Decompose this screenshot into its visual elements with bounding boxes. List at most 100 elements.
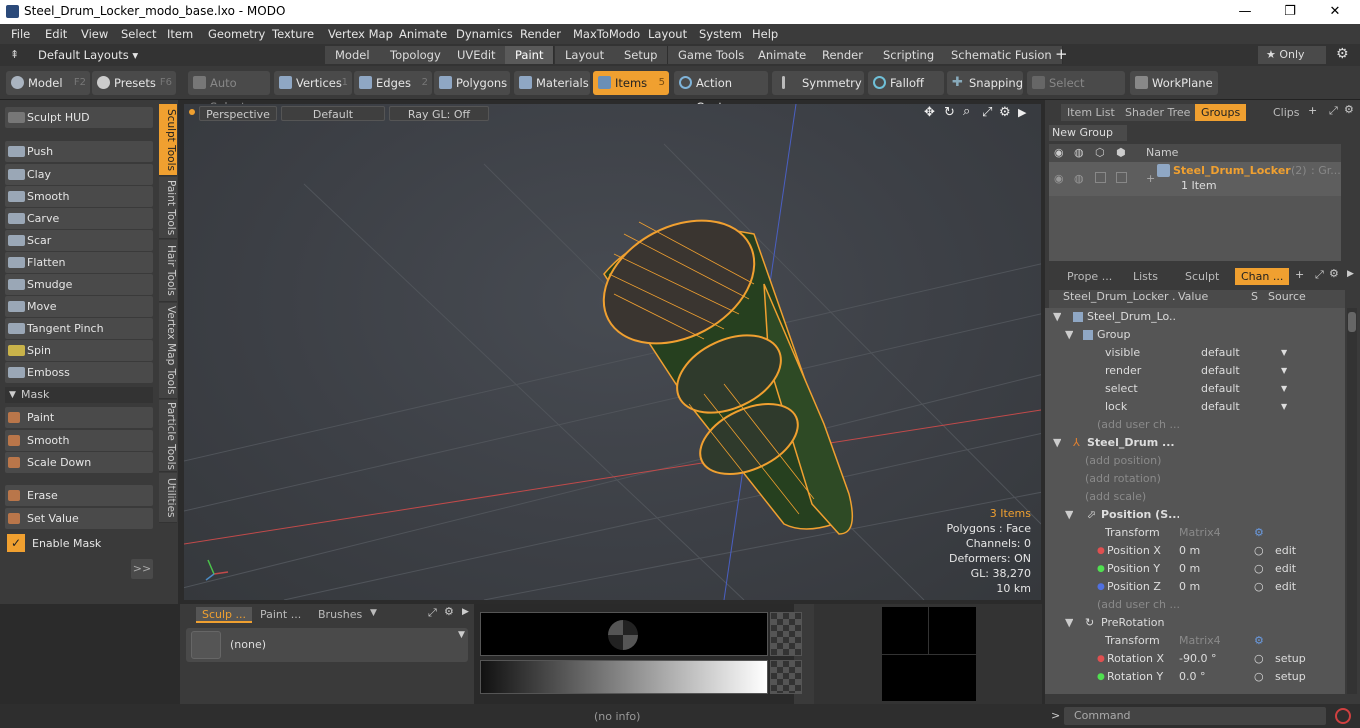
items-button[interactable]: Items 5 — [593, 71, 669, 95]
menu-select[interactable]: Select — [121, 27, 156, 41]
tab-paint[interactable]: Paint — [505, 46, 555, 64]
channel-row-position-x[interactable]: ● Position X0 m ○ edit — [1049, 542, 1345, 560]
minimize-button[interactable]: — — [1230, 2, 1260, 22]
menu-vertex-map[interactable]: Vertex Map — [328, 27, 393, 41]
channels-scrollbar[interactable] — [1347, 308, 1357, 694]
preset-dropdown-icon[interactable]: ▼ — [458, 630, 465, 640]
pan-icon[interactable]: ✥ — [924, 105, 935, 120]
tab-lists[interactable]: Lists — [1127, 268, 1164, 285]
tab-topology[interactable]: Topology — [380, 46, 452, 64]
menu-file[interactable]: File — [11, 27, 30, 41]
tab-sculpt-presets[interactable]: Sculp ... — [196, 607, 253, 623]
vtab-vertex-map-tools[interactable]: Vertex Map Tools — [159, 303, 177, 399]
channel-row-render[interactable]: render default ▼ — [1049, 362, 1345, 380]
3d-viewport[interactable]: Perspective Default Ray GL: Off ✥ ↻ ⌕ ⤢ … — [184, 104, 1041, 600]
channel-state-icon[interactable]: ○ — [1254, 650, 1264, 668]
tab-model[interactable]: Model — [325, 46, 381, 64]
add-panel-tab-icon[interactable]: + — [1308, 104, 1317, 117]
bottom-more-icon[interactable]: ▶ — [462, 607, 469, 617]
menu-system[interactable]: System — [699, 27, 742, 41]
record-icon[interactable] — [1335, 708, 1351, 724]
vtab-sculpt-tools[interactable]: Sculpt Tools — [159, 104, 177, 176]
tool-move[interactable]: Move — [5, 296, 153, 317]
mask-paint[interactable]: Paint — [5, 407, 153, 428]
tool-push[interactable]: Push — [5, 141, 153, 162]
new-group-button[interactable]: New Group — [1049, 125, 1127, 141]
menu-geometry[interactable]: Geometry — [208, 27, 265, 41]
link-gear-icon[interactable]: ⚙ — [1254, 632, 1264, 650]
menu-render[interactable]: Render — [520, 27, 561, 41]
tool-flatten[interactable]: Flatten — [5, 252, 153, 273]
raygl-toggle[interactable]: Ray GL: Off — [389, 106, 489, 121]
menu-texture[interactable]: Texture — [272, 27, 314, 41]
dropdown-arrow-icon[interactable]: ▼ — [1281, 380, 1287, 398]
channel-row-rotation-x[interactable]: ● Rotation X -90.0 ° ○ setup — [1049, 650, 1345, 668]
tab-properties[interactable]: Prope ... — [1061, 268, 1118, 285]
tab-channels[interactable]: Chan ... — [1235, 268, 1290, 285]
channel-row-locator[interactable]: ▼ ⅄ Steel_Drum ... — [1049, 434, 1345, 452]
zoom-icon[interactable]: ⌕ — [963, 104, 970, 119]
dropdown-arrow-icon[interactable]: ▼ — [1281, 362, 1287, 380]
menu-layout[interactable]: Layout — [648, 27, 687, 41]
menu-help[interactable]: Help — [752, 27, 778, 41]
vertices-button[interactable]: Vertices 1 — [274, 71, 352, 95]
tool-smooth[interactable]: Smooth — [5, 186, 153, 207]
group-row[interactable]: ◉ ◍ + Steel_Drum_Locker (2) : Gr... 1 It… — [1049, 162, 1341, 196]
channel-state-icon[interactable]: ○ — [1254, 560, 1264, 578]
menu-item[interactable]: Item — [167, 27, 193, 41]
presets-button[interactable]: Presets F6 — [92, 71, 176, 95]
add-tab-button[interactable]: + — [1055, 45, 1068, 63]
add-channel-tab-icon[interactable]: + — [1295, 268, 1304, 281]
row-render-icon[interactable]: ◍ — [1074, 172, 1084, 185]
tab-dropdown-icon[interactable]: ▼ — [370, 608, 377, 618]
tab-groups[interactable]: Groups — [1195, 104, 1247, 121]
layout-menu-icon[interactable]: ⇞ — [10, 48, 19, 61]
channel-row-add-rotation[interactable]: (add rotation) — [1049, 470, 1345, 488]
expand-icon[interactable]: ▼ — [1053, 434, 1061, 452]
materials-button[interactable]: Materials — [514, 71, 590, 95]
tab-scripting[interactable]: Scripting — [873, 46, 946, 64]
channel-row-position-z[interactable]: ● Position Z0 m ○ edit — [1049, 578, 1345, 596]
alpha-checker[interactable] — [770, 612, 802, 656]
panel-gear-icon[interactable]: ⚙ — [1344, 103, 1354, 116]
workplane-button[interactable]: WorkPlane — [1130, 71, 1218, 95]
enable-mask-checkbox[interactable]: ✓ — [7, 534, 25, 552]
select-through-button[interactable]: Select Through — [1027, 71, 1125, 114]
dropdown-arrow-icon[interactable]: ▼ — [1281, 344, 1287, 362]
expand-channels-icon[interactable]: ⤢ — [1315, 268, 1324, 282]
mask-scale-down[interactable]: Scale Down — [5, 452, 153, 473]
dropdown-arrow-icon[interactable]: ▼ — [1281, 398, 1287, 416]
link-gear-icon[interactable]: ⚙ — [1254, 524, 1264, 542]
expand-button[interactable]: >> — [131, 559, 153, 579]
expand-icon[interactable]: ▼ — [1065, 326, 1073, 344]
rotate-icon[interactable]: ↻ — [944, 105, 955, 120]
edges-button[interactable]: Edges 2 — [354, 71, 432, 95]
polygons-button[interactable]: Polygons — [434, 71, 510, 95]
tab-animate[interactable]: Animate — [748, 46, 818, 64]
tool-emboss[interactable]: Emboss — [5, 362, 153, 383]
mask-header[interactable]: ▼ Mask — [5, 387, 153, 403]
channel-row-transform-2[interactable]: Transform Matrix4 ⚙ — [1049, 632, 1345, 650]
alpha-checker-2[interactable] — [770, 660, 802, 694]
channel-row-position-header[interactable]: ▼ ⬀ Position (S... — [1049, 506, 1345, 524]
tool-clay[interactable]: Clay — [5, 164, 153, 185]
menu-edit[interactable]: Edit — [45, 27, 67, 41]
channel-state-icon[interactable]: ○ — [1254, 542, 1264, 560]
close-button[interactable]: ✕ — [1320, 2, 1350, 22]
channel-row-select[interactable]: select default ▼ — [1049, 380, 1345, 398]
tab-schematic-fusion[interactable]: Schematic Fusion — [941, 46, 1063, 64]
tab-setup[interactable]: Setup — [614, 46, 669, 64]
tab-render[interactable]: Render — [812, 46, 874, 64]
view-perspective-dropdown[interactable]: Perspective — [199, 106, 277, 121]
channel-row-transform[interactable]: Transform Matrix4 ⚙ — [1049, 524, 1345, 542]
channel-row-add-scale[interactable]: (add scale) — [1049, 488, 1345, 506]
tool-tangent-pinch[interactable]: Tangent Pinch — [5, 318, 153, 339]
expand-icon[interactable]: ▼ — [1065, 506, 1073, 524]
tool-smudge[interactable]: Smudge — [5, 274, 153, 295]
tab-brushes[interactable]: Brushes — [314, 607, 366, 623]
only-toggle[interactable]: ★ Only — [1258, 46, 1326, 64]
channel-row-visible[interactable]: visible default ▼ — [1049, 344, 1345, 362]
expand-panel-icon[interactable]: ⤢ — [1329, 104, 1338, 118]
row-select-checkbox[interactable] — [1116, 172, 1127, 183]
channels-gear-icon[interactable]: ⚙ — [1329, 267, 1339, 280]
